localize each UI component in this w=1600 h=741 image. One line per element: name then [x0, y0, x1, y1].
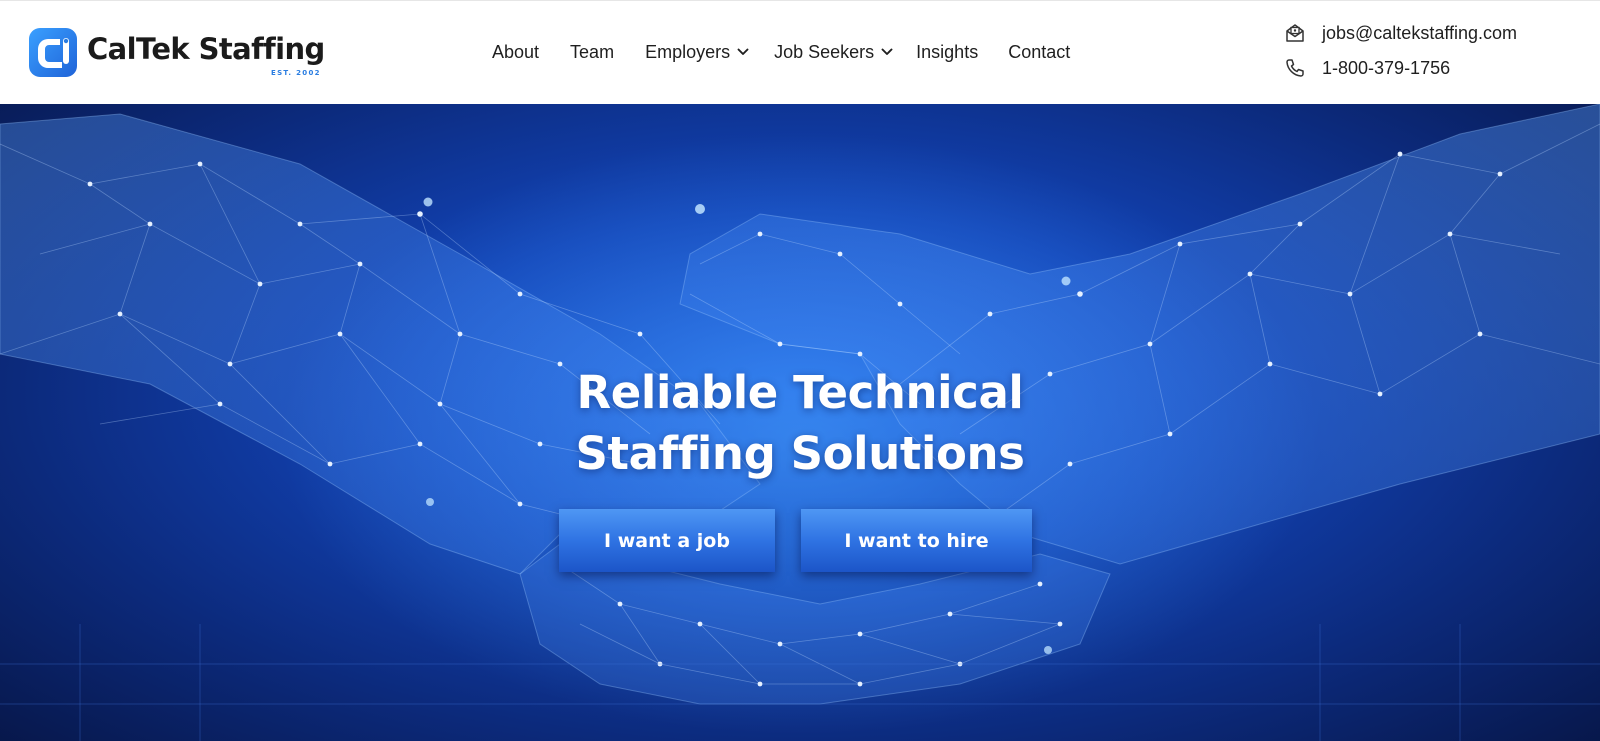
want-to-hire-button[interactable]: I want to hire	[801, 509, 1032, 572]
nav-employers-label: Employers	[645, 41, 731, 62]
nav-employers[interactable]: Employers	[645, 42, 749, 63]
nav-team-label: Team	[570, 41, 615, 62]
nav-contact-label: Contact	[1008, 41, 1071, 62]
contact-email-row: jobs@caltekstaffing.com	[1284, 21, 1517, 45]
caltek-logo-icon	[29, 28, 77, 77]
mail-icon	[1286, 24, 1304, 42]
brand-name: CalTek Staffing	[87, 32, 325, 66]
hero-title-line1: Reliable Technical	[576, 366, 1024, 419]
brand-established: EST. 2002	[271, 69, 321, 77]
main-nav: About Team Employers Job Seekers Insight…	[492, 39, 1070, 65]
site-header: CalTek Staffing EST. 2002 About Team Emp…	[0, 0, 1600, 104]
contact-phone-link[interactable]: 1-800-379-1756	[1322, 58, 1450, 79]
hero-title: Reliable Technical Staffing Solutions	[400, 362, 1200, 484]
contact-phone-row: 1-800-379-1756	[1284, 56, 1517, 80]
nav-insights-label: Insights	[916, 41, 979, 62]
hero-section: Reliable Technical Staffing Solutions I …	[0, 104, 1600, 741]
chevron-down-icon	[881, 48, 893, 55]
header-contact: jobs@caltekstaffing.com 1-800-379-1756	[1284, 21, 1517, 91]
nav-about-label: About	[492, 41, 540, 62]
phone-icon	[1286, 59, 1304, 77]
nav-team[interactable]: Team	[570, 42, 614, 63]
nav-about[interactable]: About	[492, 42, 539, 63]
contact-email-link[interactable]: jobs@caltekstaffing.com	[1322, 23, 1517, 44]
chevron-down-icon	[737, 48, 749, 55]
nav-job-seekers[interactable]: Job Seekers	[774, 42, 893, 63]
nav-contact[interactable]: Contact	[1008, 42, 1070, 63]
nav-insights[interactable]: Insights	[916, 42, 978, 63]
nav-job-seekers-label: Job Seekers	[774, 41, 875, 62]
hero-title-line2: Staffing Solutions	[575, 427, 1025, 480]
want-job-button[interactable]: I want a job	[559, 509, 775, 572]
